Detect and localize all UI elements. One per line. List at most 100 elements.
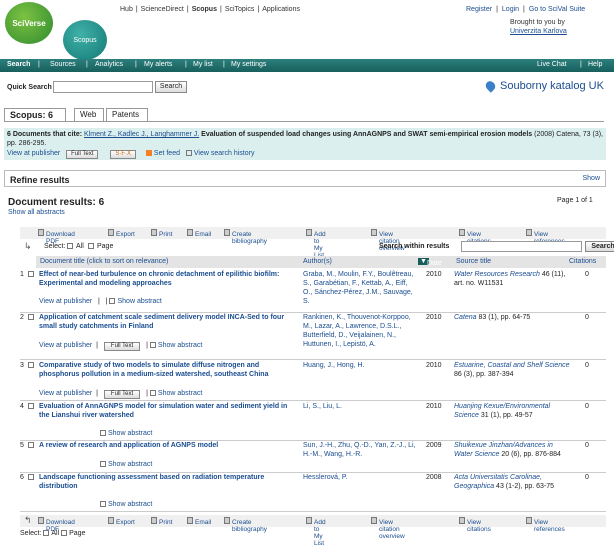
full-text-button[interactable]: Full Text: [103, 342, 141, 351]
scopus-logo[interactable]: Scopus: [63, 20, 107, 60]
document-title-link[interactable]: Landscape functioning assessment based o…: [39, 473, 295, 491]
document-authors[interactable]: Huang, J., Hong, H.: [303, 361, 417, 370]
select-page-checkbox[interactable]: [88, 243, 94, 249]
abstract-icon: [149, 342, 156, 349]
row-checkbox[interactable]: [28, 314, 34, 320]
document-authors[interactable]: Hesslerová, P.: [303, 473, 417, 482]
view-at-publisher-link[interactable]: View at publisher: [39, 298, 92, 305]
export-button[interactable]: Export: [108, 517, 135, 526]
sort-date-header[interactable]: ▼ Date: [418, 258, 442, 267]
sciverse-logo[interactable]: SciVerse: [5, 2, 53, 44]
set-feed-link[interactable]: Set feed: [154, 150, 180, 157]
nav-scitopics[interactable]: SciTopics: [225, 6, 255, 13]
sort-citations-header[interactable]: Citations: [569, 258, 596, 265]
print-button[interactable]: Print: [151, 517, 172, 526]
source-title-link[interactable]: Water Resources Research: [454, 271, 540, 278]
quick-search-button[interactable]: Search: [155, 81, 187, 93]
citation-count: 0: [585, 403, 589, 410]
nav-hub[interactable]: Hub: [120, 6, 133, 13]
document-title-link[interactable]: Application of catchment scale sediment …: [39, 313, 295, 331]
katalog-link[interactable]: Souborny katalog UK: [500, 80, 604, 92]
sfx-button[interactable]: S·F·X: [110, 150, 136, 159]
row-checkbox[interactable]: [28, 474, 34, 480]
show-all-abstracts-link[interactable]: Show all abstracts: [8, 209, 65, 216]
search-within-button[interactable]: Search: [585, 241, 614, 252]
document-title-link[interactable]: Evaluation of AnnAGNPS model for simulat…: [39, 402, 295, 420]
email-button[interactable]: Email: [187, 229, 211, 238]
row-checkbox[interactable]: [28, 362, 34, 368]
document-authors[interactable]: Graba, M., Moulin, F.Y., Boulêtreau, S.,…: [303, 270, 417, 306]
view-citation-overview-label: View citation overview: [379, 519, 405, 540]
view-citations-button[interactable]: View citations: [459, 229, 491, 245]
quick-search-input[interactable]: [53, 81, 153, 93]
document-authors[interactable]: Sun, J.-H., Zhu, Q.-D., Yan, Z.-J., Li, …: [303, 441, 417, 459]
select-page-checkbox[interactable]: [61, 530, 68, 537]
nav-my-alerts[interactable]: My alerts: [144, 61, 172, 68]
nav-applications[interactable]: Applications: [262, 6, 300, 13]
nav-analytics[interactable]: Analytics: [95, 61, 123, 68]
pdf-icon: [38, 229, 44, 236]
view-references-button[interactable]: View references: [526, 517, 565, 533]
help-link[interactable]: Help: [588, 61, 602, 68]
full-text-button[interactable]: Full Text: [103, 390, 141, 399]
sort-title-header[interactable]: Document title (click to sort on relevan…: [40, 258, 168, 265]
view-at-publisher-link[interactable]: View at publisher: [39, 390, 92, 397]
nav-my-settings[interactable]: My settings: [231, 61, 266, 68]
nav-search[interactable]: Search: [7, 61, 30, 68]
tab-web[interactable]: Web: [74, 108, 104, 122]
email-button[interactable]: Email: [187, 517, 211, 526]
show-abstract-link[interactable]: Show abstract: [117, 298, 161, 305]
export-button[interactable]: Export: [108, 229, 135, 238]
view-references-button[interactable]: View references: [526, 229, 565, 245]
refine-show-toggle[interactable]: Show: [582, 175, 600, 182]
document-authors[interactable]: Rankinen, K., Thouvenot-Korppoo, M., Laz…: [303, 313, 417, 349]
sort-authors-header[interactable]: Author(s): [303, 258, 332, 265]
view-references-label: View references: [534, 519, 565, 533]
nav-my-list[interactable]: My list: [193, 61, 213, 68]
print-button[interactable]: Print: [151, 229, 172, 238]
full-text-button[interactable]: Full Text: [66, 150, 99, 159]
source-title-link[interactable]: Estuarine, Coastal and Shelf Science: [454, 362, 570, 369]
nav-scopus[interactable]: Scopus: [192, 6, 217, 13]
register-link[interactable]: Register: [466, 6, 492, 13]
document-authors[interactable]: Li, S., Liu, L.: [303, 402, 417, 411]
view-at-publisher-link[interactable]: View at publisher: [39, 342, 92, 349]
row-checkbox[interactable]: [28, 271, 34, 277]
scival-link[interactable]: Go to SciVal Suite: [529, 6, 585, 13]
search-within-input[interactable]: [461, 241, 582, 252]
add-to-my-list-button[interactable]: Add to My List: [306, 229, 326, 259]
live-chat-link[interactable]: Live Chat: [537, 61, 567, 68]
show-abstract-link[interactable]: Show abstract: [158, 390, 202, 397]
view-citations-button[interactable]: View citations: [459, 517, 491, 533]
document-title-link[interactable]: A review of research and application of …: [39, 441, 295, 450]
document-title-link[interactable]: Effect of near-bed turbulence on chronic…: [39, 270, 295, 288]
show-abstract-link[interactable]: Show abstract: [108, 461, 152, 468]
add-to-my-list-button[interactable]: Add to My List: [306, 517, 326, 547]
create-bibliography-button[interactable]: Create bibliography: [224, 229, 267, 245]
sort-source-header[interactable]: Source title: [456, 258, 491, 265]
download-pdf-button[interactable]: Download PDF: [38, 517, 75, 533]
show-abstract-link[interactable]: Show abstract: [108, 501, 152, 508]
create-bibliography-button[interactable]: Create bibliography: [224, 517, 267, 533]
table-row: 6 Landscape functioning assessment based…: [20, 473, 606, 512]
view-citation-overview-button[interactable]: View citation overview: [371, 229, 405, 252]
view-at-publisher-link[interactable]: View at publisher: [7, 150, 60, 157]
view-citation-overview-button[interactable]: View citation overview: [371, 517, 405, 540]
nav-sources[interactable]: Sources: [50, 61, 76, 68]
tab-scopus[interactable]: Scopus: 6: [4, 108, 66, 122]
show-abstract-link[interactable]: Show abstract: [158, 342, 202, 349]
search-history-link[interactable]: View search history: [194, 150, 255, 157]
select-all-checkbox[interactable]: [43, 530, 50, 537]
source-title-link[interactable]: Catena: [454, 314, 477, 321]
document-title-link[interactable]: Comparative study of two models to simul…: [39, 361, 295, 379]
download-pdf-button[interactable]: Download PDF: [38, 229, 75, 245]
login-link[interactable]: Login: [502, 6, 519, 13]
show-abstract-link[interactable]: Show abstract: [108, 430, 152, 437]
row-checkbox[interactable]: [28, 403, 34, 409]
tab-patents[interactable]: Patents: [106, 108, 148, 122]
select-all-checkbox[interactable]: [67, 243, 73, 249]
cite-authors[interactable]: Klment Z., Kadlec J., Langhammer J.: [84, 131, 199, 138]
nav-sciencedirect[interactable]: ScienceDirect: [141, 6, 184, 13]
institution-link[interactable]: Univerzita Karlova: [510, 27, 567, 36]
row-checkbox[interactable]: [28, 442, 34, 448]
